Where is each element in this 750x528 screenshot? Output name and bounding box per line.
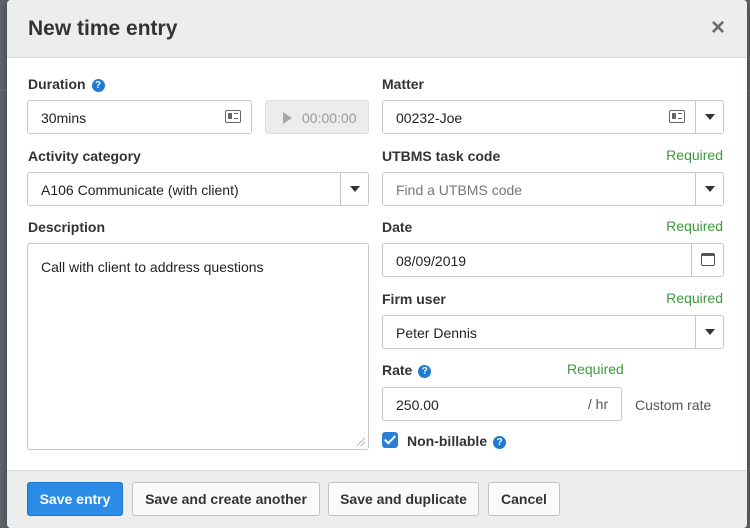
modal-title: New time entry	[28, 17, 178, 40]
matter-label: Matter	[382, 76, 425, 92]
non-billable-checkbox[interactable]	[382, 432, 398, 448]
save-and-create-another-button[interactable]: Save and create another	[132, 482, 320, 516]
matter-value: 00232-Joe	[396, 110, 463, 126]
activity-category-select[interactable]: A106 Communicate (with client)	[27, 172, 369, 206]
modal-footer: Save entry Save and create another Save …	[7, 470, 747, 528]
rate-label: Rate?	[382, 362, 432, 378]
duration-label: Duration?	[28, 76, 105, 92]
description-value: Call with client to address questions	[41, 259, 264, 275]
utbms-select[interactable]: Find a UTBMS code	[382, 172, 724, 206]
close-icon[interactable]: ×	[711, 15, 725, 41]
chevron-down-icon[interactable]	[695, 316, 723, 348]
date-value: 08/09/2019	[396, 253, 467, 269]
duration-value: 30mins	[41, 110, 87, 126]
rate-required: Required	[567, 361, 624, 377]
calendar-button[interactable]	[691, 244, 723, 276]
duration-input[interactable]: 30mins	[27, 100, 252, 134]
contact-card-icon[interactable]	[669, 110, 685, 123]
date-input[interactable]: 08/09/2019	[382, 243, 724, 277]
description-label: Description	[28, 219, 106, 235]
firm-user-value: Peter Dennis	[396, 325, 477, 341]
rate-input[interactable]: 250.00	[382, 387, 576, 421]
rate-unit: / hr	[575, 387, 622, 421]
help-icon[interactable]: ?	[418, 365, 432, 378]
new-time-entry-modal: New time entry × Duration? 30mins 00:00:…	[7, 0, 747, 528]
date-label: Date	[382, 219, 413, 235]
chevron-down-icon[interactable]	[695, 173, 723, 205]
date-required: Required	[666, 218, 723, 234]
save-entry-button[interactable]: Save entry	[27, 482, 123, 516]
timer-button[interactable]: 00:00:00	[265, 100, 369, 134]
modal-header: New time entry ×	[7, 0, 747, 58]
chevron-down-icon[interactable]	[695, 101, 723, 133]
rate-value: 250.00	[396, 397, 439, 413]
activity-category-value: A106 Communicate (with client)	[41, 182, 239, 198]
chevron-down-icon[interactable]	[340, 173, 368, 205]
matter-select[interactable]: 00232-Joe	[382, 100, 724, 134]
cancel-button[interactable]: Cancel	[488, 482, 560, 516]
contact-card-icon[interactable]	[225, 110, 241, 123]
utbms-placeholder: Find a UTBMS code	[396, 182, 523, 198]
activity-category-label: Activity category	[28, 148, 141, 164]
play-icon	[283, 112, 292, 124]
timer-value: 00:00:00	[302, 110, 357, 126]
firm-user-label: Firm user	[382, 291, 446, 307]
non-billable-label: Non-billable?	[407, 433, 507, 449]
utbms-label: UTBMS task code	[382, 148, 501, 164]
resize-handle[interactable]	[357, 438, 365, 446]
firm-user-required: Required	[666, 290, 723, 306]
help-icon[interactable]: ?	[91, 79, 105, 92]
description-textarea[interactable]: Call with client to address questions	[27, 243, 369, 450]
firm-user-select[interactable]: Peter Dennis	[382, 315, 724, 349]
save-and-duplicate-button[interactable]: Save and duplicate	[328, 482, 479, 516]
calendar-icon	[701, 253, 715, 266]
utbms-required: Required	[666, 147, 723, 163]
help-icon[interactable]: ?	[493, 436, 507, 449]
custom-rate-label: Custom rate	[635, 397, 712, 413]
